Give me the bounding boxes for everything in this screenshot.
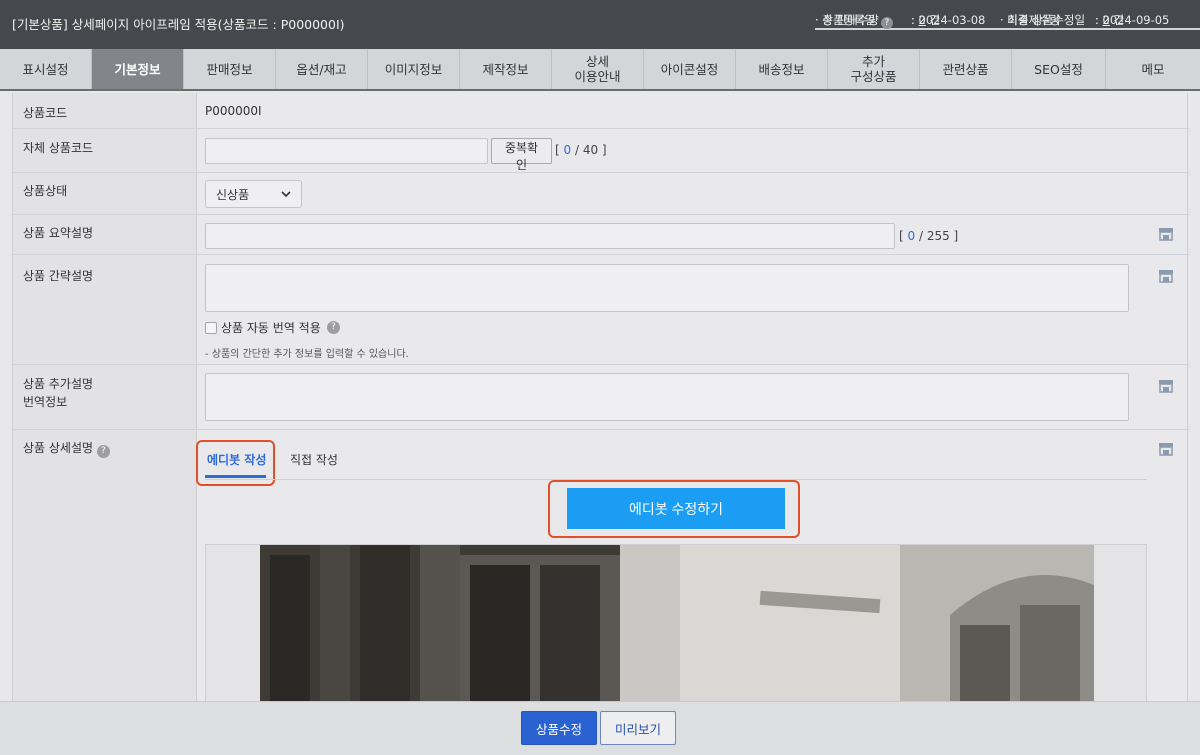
extra-textarea[interactable] [205, 373, 1129, 421]
own-code-counter: [ 0 / 40 ] [555, 143, 607, 157]
summary-counter: [ 0 / 255 ] [899, 229, 959, 243]
sold-count-label: · 총 판매수량? [815, 12, 911, 29]
tab-display[interactable]: 표시설정 [0, 49, 92, 89]
auto-translate-checkbox[interactable] [205, 322, 217, 334]
tab-image-info[interactable]: 이미지정보 [368, 49, 460, 89]
store-icon[interactable] [1158, 442, 1174, 456]
window-titlebar: [기본상품] 상세페이지 아이프레임 적용(상품코드 : P000000I) ·… [0, 0, 1200, 49]
summary-label: 상품 요약설명 [23, 226, 94, 240]
store-icon[interactable] [1158, 269, 1174, 283]
tab-direct[interactable]: 직접 작성 [290, 451, 338, 468]
summary-input[interactable] [205, 223, 895, 249]
building-photo [260, 545, 1094, 701]
tab-options-stock[interactable]: 옵션/재고 [276, 49, 368, 89]
tab-icon-settings[interactable]: 아이콘설정 [644, 49, 736, 89]
chevron-down-icon [281, 190, 291, 197]
help-icon[interactable]: ? [96, 445, 110, 458]
sold-count-link[interactable]: 0 [919, 13, 926, 27]
footer-bar: 상품수정 미리보기 [0, 701, 1200, 755]
brief-textarea[interactable] [205, 264, 1129, 312]
tab-bar: 표시설정 기본정보 판매정보 옵션/재고 이미지정보 제작정보 상세 이용안내 … [0, 49, 1200, 91]
detail-label: 상품 상세설명 ? [23, 439, 110, 458]
tab-seo[interactable]: SEO설정 [1012, 49, 1106, 89]
content-area: 상품코드 P000000I 자체 상품코드 중복확인 [ 0 / 40 ] 상품… [0, 93, 1200, 701]
row-status: 상품상태 신상품 [13, 173, 1189, 215]
tab-shipping-info[interactable]: 배송정보 [736, 49, 828, 89]
unsettled-count-label: · 미결제수량 [1000, 13, 1061, 27]
row-extra: 상품 추가설명 번역정보 [13, 365, 1189, 430]
unsettled-count-value: : 0 건 [1095, 13, 1125, 27]
row-own-code: 자체 상품코드 중복확인 [ 0 / 40 ] [13, 129, 1189, 173]
duplicate-check-button[interactable]: 중복확인 [491, 138, 552, 172]
brief-note: - 상품의 간단한 추가 정보를 입력할 수 있습니다. [205, 349, 409, 360]
status-selected: 신상품 [216, 187, 250, 202]
store-icon[interactable] [1158, 227, 1174, 241]
unsettled-count-link[interactable]: 0 [1103, 13, 1110, 27]
own-code-label: 자체 상품코드 [23, 141, 94, 155]
sold-count-value: : 0 건 [911, 13, 941, 27]
tab-memo[interactable]: 메모 [1106, 49, 1200, 89]
row-brief: 상품 간략설명 상품 자동 번역 적용 ? - 상품의 간단한 추가 정보를 입… [13, 255, 1189, 365]
product-code-label: 상품코드 [23, 106, 68, 120]
row-summary: 상품 요약설명 [ 0 / 255 ] [13, 215, 1189, 255]
row-detail: 상품 상세설명 ? 에디봇 작성 직접 작성 에디봇 수정하기 [13, 430, 1189, 701]
row-product-code: 상품코드 P000000I [13, 93, 1189, 129]
auto-translate-label: 상품 자동 번역 적용 [221, 321, 321, 335]
help-icon[interactable]: ? [880, 17, 893, 29]
basic-info-form: 상품코드 P000000I 자체 상품코드 중복확인 [ 0 / 40 ] 상품… [12, 93, 1189, 701]
detail-image-frame [205, 544, 1147, 701]
tab-production-info[interactable]: 제작정보 [460, 49, 552, 89]
extra-label: 상품 추가설명 번역정보 [23, 377, 94, 409]
preview-button[interactable]: 미리보기 [600, 711, 676, 745]
save-product-button[interactable]: 상품수정 [521, 711, 597, 745]
brief-label: 상품 간략설명 [23, 269, 94, 283]
tab-detail-guide[interactable]: 상세 이용안내 [552, 49, 644, 89]
tab-sales-info[interactable]: 판매정보 [184, 49, 276, 89]
own-code-input[interactable] [205, 138, 488, 164]
tab-basic-info[interactable]: 기본정보 [92, 49, 184, 89]
page-title: [기본상품] 상세페이지 아이프레임 적용(상품코드 : P000000I) [12, 17, 345, 32]
editor-edit-button[interactable]: 에디봇 수정하기 [567, 488, 785, 529]
tab-add-products[interactable]: 추가 구성상품 [828, 49, 920, 89]
status-select[interactable]: 신상품 [205, 180, 302, 208]
help-icon[interactable]: ? [327, 321, 340, 334]
store-icon[interactable] [1158, 379, 1174, 393]
product-code-value: P000000I [205, 104, 262, 118]
tab-related-products[interactable]: 관련상품 [920, 49, 1012, 89]
status-label: 상품상태 [23, 184, 68, 198]
